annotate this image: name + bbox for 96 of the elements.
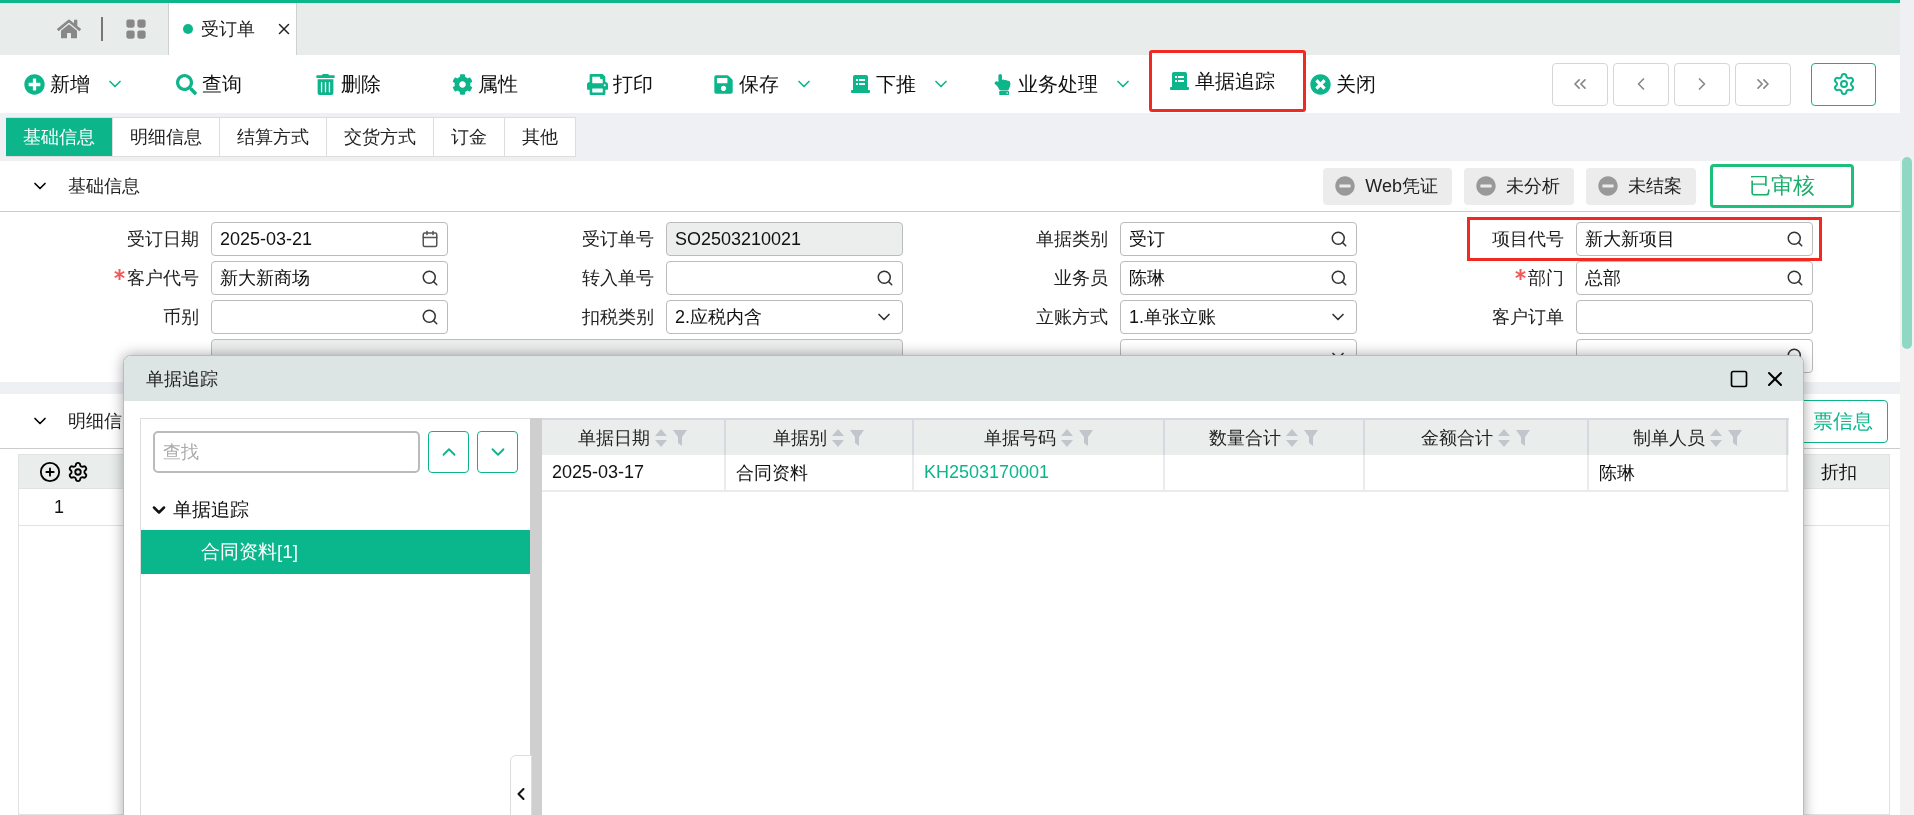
- document-icon: [1170, 71, 1190, 91]
- document-icon: [851, 74, 871, 94]
- status-button[interactable]: 未结案: [1586, 167, 1696, 205]
- collapse-button[interactable]: [510, 755, 532, 815]
- field-label: 单据类别: [1036, 228, 1108, 251]
- approval-stamp: 已审核: [1710, 164, 1854, 208]
- section-title: 基础信息: [68, 175, 140, 198]
- move-up-button[interactable]: [428, 431, 470, 473]
- filter-icon[interactable]: [1303, 428, 1319, 447]
- search-icon[interactable]: [876, 269, 894, 287]
- form-tab[interactable]: 明细信息: [113, 117, 220, 157]
- filter-icon[interactable]: [1726, 428, 1743, 447]
- input-field[interactable]: 2025-03-21: [211, 222, 448, 256]
- status-dot-icon: [183, 24, 193, 34]
- table-cell-text: 合同资料: [736, 461, 808, 485]
- field-label: 客户代号: [127, 267, 199, 290]
- search-icon[interactable]: [1330, 230, 1348, 248]
- search-icon[interactable]: [1330, 269, 1348, 287]
- input-field[interactable]: 1.单张立账: [1120, 300, 1357, 334]
- settings-icon: [1831, 72, 1856, 96]
- row-number: 1: [53, 496, 65, 518]
- search-icon[interactable]: [1786, 269, 1804, 287]
- input-field[interactable]: 新大新项目: [1576, 222, 1813, 256]
- input-field[interactable]: [1576, 300, 1813, 334]
- search-icon: [176, 73, 197, 95]
- field-label: 币别: [163, 306, 199, 329]
- form-tab[interactable]: 订金: [434, 117, 505, 157]
- input-field[interactable]: 总部: [1576, 261, 1813, 295]
- sort-icon[interactable]: [1708, 427, 1723, 448]
- status-button[interactable]: Web凭证: [1323, 167, 1452, 205]
- move-down-button[interactable]: [477, 431, 518, 473]
- filter-icon[interactable]: [1515, 428, 1531, 447]
- field-label: 受订日期: [127, 228, 199, 251]
- last-button[interactable]: [1735, 62, 1791, 106]
- input-field[interactable]: SO2503210021: [666, 222, 903, 256]
- table-cell: 2025-03-17: [552, 462, 645, 483]
- search-icon[interactable]: [1786, 230, 1804, 248]
- document-tab[interactable]: 受订单: [168, 3, 297, 55]
- add-icon[interactable]: [39, 460, 61, 483]
- column-header[interactable]: 金额合计: [1421, 425, 1493, 450]
- previous-button[interactable]: [1613, 62, 1669, 106]
- form-tab[interactable]: 结算方式: [220, 117, 327, 157]
- search-icon[interactable]: [421, 269, 439, 287]
- field-label: 部门: [1528, 267, 1564, 290]
- close-icon: [1310, 73, 1331, 95]
- settings-button[interactable]: [1811, 62, 1876, 106]
- field-label: 受订单号: [582, 228, 654, 251]
- column-header[interactable]: 单据别: [773, 425, 827, 450]
- form-tab[interactable]: 其他: [505, 117, 576, 157]
- tree-item[interactable]: 单据追踪: [141, 490, 530, 530]
- dialog-title: 单据追踪: [146, 367, 218, 391]
- column-header[interactable]: 制单人员: [1632, 425, 1705, 450]
- input-field[interactable]: [666, 261, 903, 295]
- column-header[interactable]: 单据日期: [578, 425, 650, 450]
- field-label: 项目代号: [1492, 228, 1564, 251]
- column-header[interactable]: 数量合计: [1209, 425, 1281, 450]
- calendar-icon[interactable]: [421, 230, 439, 248]
- column-header: 折扣: [1820, 460, 1858, 484]
- input-field[interactable]: 2.应税内含: [666, 300, 903, 334]
- settings-icon[interactable]: [67, 460, 89, 483]
- filter-icon[interactable]: [672, 428, 688, 447]
- status-button[interactable]: 未分析: [1464, 167, 1574, 205]
- input-field[interactable]: 新大新商场: [211, 261, 448, 295]
- grid-icon[interactable]: [124, 18, 147, 40]
- section-title: 明细信: [68, 410, 122, 433]
- sort-icon[interactable]: [1059, 427, 1074, 448]
- field-label: 立账方式: [1036, 306, 1108, 329]
- pointing-hand-icon: [992, 73, 1013, 95]
- filter-icon[interactable]: [849, 428, 865, 447]
- input-field[interactable]: 受订: [1120, 222, 1357, 256]
- filter-icon[interactable]: [1077, 428, 1094, 447]
- field-label: 客户订单: [1492, 306, 1564, 329]
- form-tab[interactable]: 交货方式: [327, 117, 434, 157]
- save-icon: [713, 73, 734, 95]
- input-field[interactable]: [211, 300, 448, 334]
- home-icon[interactable]: [56, 17, 81, 41]
- sort-icon[interactable]: [1497, 427, 1511, 448]
- sort-icon[interactable]: [654, 427, 668, 448]
- field-label: 转入单号: [582, 267, 654, 290]
- maximize-icon[interactable]: [1729, 368, 1749, 389]
- field-label: 扣税类别: [582, 306, 654, 329]
- search-icon[interactable]: [421, 308, 439, 326]
- column-header[interactable]: 单据号码: [983, 425, 1056, 450]
- input-field[interactable]: 陈琳: [1120, 261, 1357, 295]
- next-button[interactable]: [1674, 62, 1730, 106]
- field-label: 业务员: [1054, 267, 1108, 290]
- trash-icon: [315, 73, 336, 95]
- sort-icon[interactable]: [1285, 427, 1299, 448]
- gear-icon: [452, 73, 473, 95]
- search-field[interactable]: 查找: [153, 431, 421, 473]
- scrollbar[interactable]: [1900, 157, 1914, 815]
- toolbar-button[interactable]: 单据追踪: [1149, 50, 1306, 112]
- printer-icon: [587, 73, 608, 95]
- first-button[interactable]: [1552, 62, 1608, 106]
- table-cell-text: 陈琳: [1599, 461, 1635, 485]
- sort-icon[interactable]: [831, 427, 845, 448]
